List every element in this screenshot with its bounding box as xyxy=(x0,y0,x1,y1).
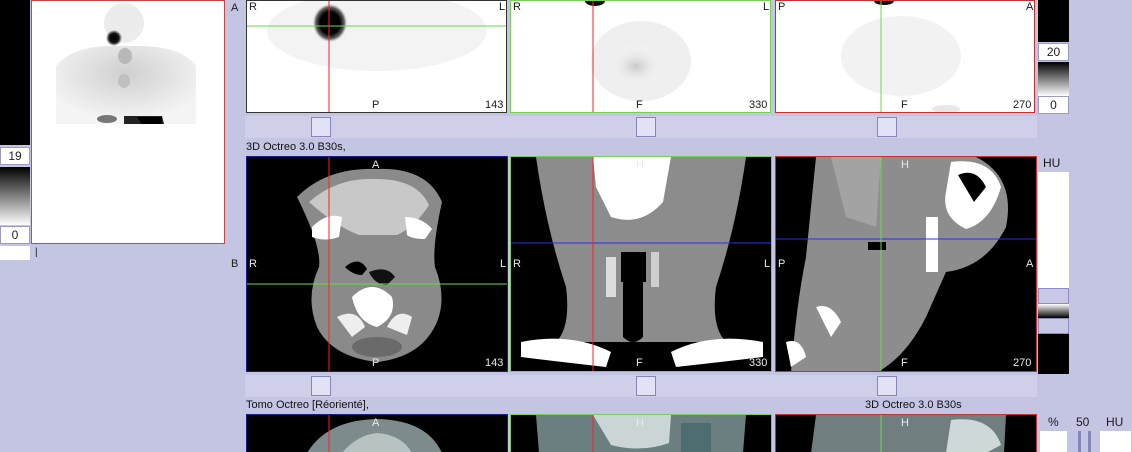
ct-series-title: 3D Octreo 3.0 B30s, xyxy=(246,141,346,153)
nm-coronal-bottom: F xyxy=(636,99,643,111)
ct-colorbar-black xyxy=(1038,334,1069,374)
ct-transverse-slice: 143 xyxy=(485,357,504,369)
left-colorbar-black xyxy=(0,0,30,145)
left-white-cell xyxy=(0,246,30,260)
left-colorbar-gradient xyxy=(0,167,30,225)
mip-viewport[interactable] xyxy=(31,0,225,244)
fusion-series-title: Tomo Octreo [Réorienté], xyxy=(246,399,369,411)
nm-transverse-right: L xyxy=(499,1,506,13)
fused-sagittal-view[interactable]: H xyxy=(775,414,1037,452)
ct-window-lower-handle[interactable] xyxy=(1038,318,1069,334)
fused-transverse-top: A xyxy=(372,417,380,429)
ct-colorbar-white xyxy=(1038,172,1069,288)
row2-sagittal-slider[interactable] xyxy=(877,376,897,396)
ct-transverse-right: L xyxy=(500,258,507,270)
nm-coronal-image xyxy=(585,1,691,112)
ct-transverse-bottom: P xyxy=(372,357,380,369)
row1-sagittal-slider[interactable] xyxy=(877,117,897,137)
ct-sagittal-left: P xyxy=(778,258,786,270)
ct-coronal-bottom: F xyxy=(636,357,643,369)
ct-sagittal-right: A xyxy=(1026,258,1034,270)
ct-transverse-image xyxy=(247,157,507,371)
nm-transverse-left: R xyxy=(249,1,257,13)
left-scale-min[interactable]: 0 xyxy=(0,226,30,244)
ct-coronal-image xyxy=(511,157,771,371)
mip-image xyxy=(56,3,196,124)
fused-coronal-top: H xyxy=(636,417,644,429)
ct-sagittal-bottom: F xyxy=(901,357,908,369)
ct-sagittal-slice: 270 xyxy=(1013,357,1032,369)
blend-slider-track-2[interactable] xyxy=(1088,431,1091,452)
row1-scale-max[interactable]: 20 xyxy=(1038,43,1069,61)
ct-sagittal-image xyxy=(776,157,1036,371)
ct-sagittal-view[interactable]: H P A F 270 xyxy=(775,156,1037,372)
nm-coronal-left: R xyxy=(513,1,521,13)
blend-bar-left xyxy=(1040,431,1067,452)
nm-transverse-view[interactable]: R L P 143 xyxy=(246,0,507,113)
blend-unit: HU xyxy=(1106,415,1124,429)
left-scale-max[interactable]: 19 xyxy=(0,147,30,165)
nm-transverse-image xyxy=(247,1,506,112)
row1-slice-scrollbar[interactable] xyxy=(245,116,1037,138)
ct-transverse-left: R xyxy=(249,258,257,270)
fused-transverse-view[interactable]: A xyxy=(246,414,508,452)
nm-sagittal-view[interactable]: P A F 270 xyxy=(775,0,1035,113)
ct-sagittal-top: H xyxy=(901,159,909,171)
ct-colorbar-gradient xyxy=(1038,304,1069,318)
nm-coronal-right: L xyxy=(763,1,770,13)
ct-coronal-left: R xyxy=(513,258,521,270)
blend-value: 50 xyxy=(1076,415,1090,429)
blend-slider-track[interactable] xyxy=(1078,431,1081,452)
nm-transverse-slice: 143 xyxy=(485,99,504,111)
fused-coronal-view[interactable]: H xyxy=(510,414,772,452)
nm-sagittal-slice: 270 xyxy=(1013,99,1032,111)
fusion-series-title-right: 3D Octreo 3.0 B30s xyxy=(865,399,962,411)
nm-sagittal-bottom: F xyxy=(901,99,908,111)
ct-coronal-top: H xyxy=(636,159,644,171)
row1-coronal-slider[interactable] xyxy=(636,117,656,137)
ct-transverse-view[interactable]: A R L P 143 xyxy=(246,156,508,372)
blend-bar-right xyxy=(1100,431,1131,452)
nm-coronal-slice: 330 xyxy=(749,99,768,111)
ct-coronal-slice: 330 xyxy=(749,357,768,369)
ct-scale-unit: HU xyxy=(1043,156,1061,170)
nm-transverse-bottom: P xyxy=(372,99,380,111)
row1-colorbar-gradient xyxy=(1038,62,1069,96)
nm-sagittal-image xyxy=(841,1,961,112)
ct-transverse-top: A xyxy=(372,159,380,171)
ct-coronal-right: L xyxy=(764,258,771,270)
mip-marker-b: B xyxy=(231,258,239,270)
left-tiny-marker: | xyxy=(35,247,38,258)
ct-coronal-view[interactable]: H R L F 330 xyxy=(510,156,772,372)
row2-coronal-slider[interactable] xyxy=(636,376,656,396)
nm-sagittal-left: P xyxy=(778,1,786,13)
row2-slice-scrollbar[interactable] xyxy=(245,375,1037,397)
fused-sagittal-top: H xyxy=(901,417,909,429)
blend-percent-label: % xyxy=(1048,415,1059,429)
row2-transverse-slider[interactable] xyxy=(311,376,331,396)
row1-colorbar-black xyxy=(1038,0,1069,42)
row1-transverse-slider[interactable] xyxy=(311,117,331,137)
nm-coronal-view[interactable]: R L F 330 xyxy=(510,0,771,113)
mip-marker-a: A xyxy=(231,2,239,14)
ct-window-upper-handle[interactable] xyxy=(1038,288,1069,304)
row1-scale-min[interactable]: 0 xyxy=(1038,96,1069,114)
nm-sagittal-right: A xyxy=(1026,1,1034,13)
